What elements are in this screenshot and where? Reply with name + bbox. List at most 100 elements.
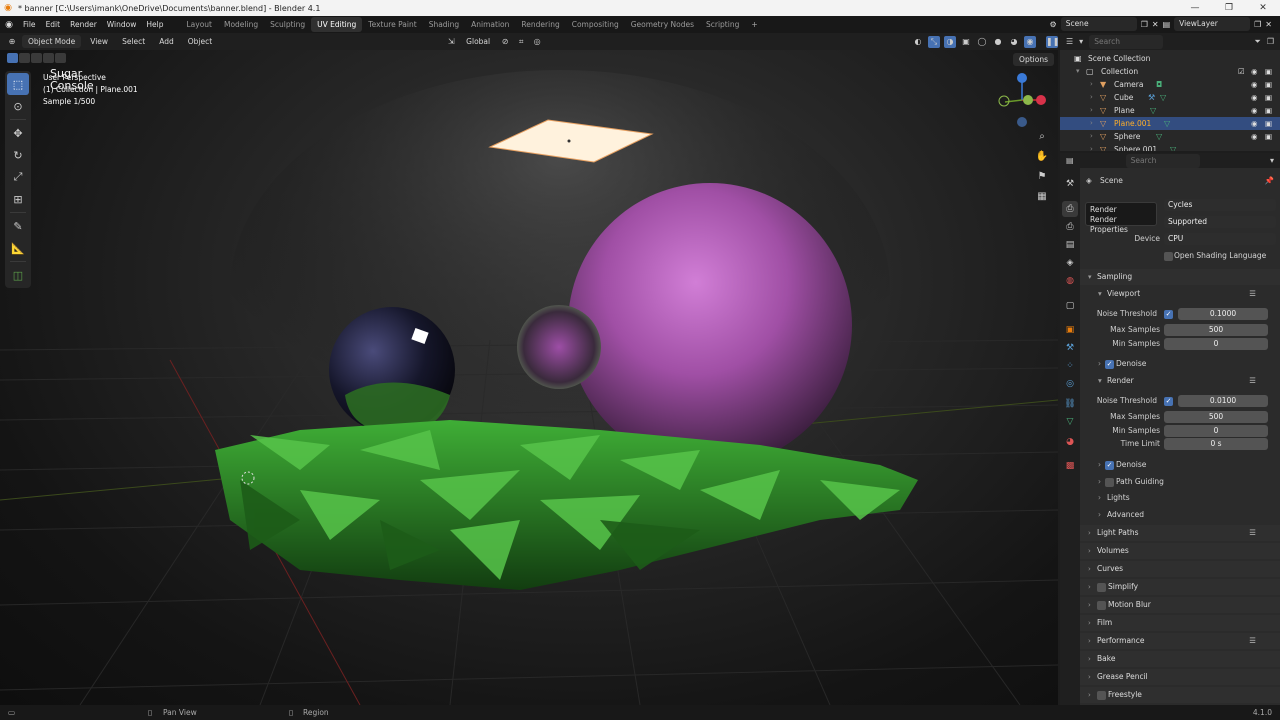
pivot-icon[interactable]: ⊘ [499, 36, 511, 48]
outliner-editor-icon[interactable]: ☰ [1066, 37, 1073, 46]
menu-render[interactable]: Render [65, 20, 102, 29]
collapse-arrow-icon[interactable]: ▾ [1076, 65, 1080, 78]
view-layer-tab-icon[interactable]: ▤ [1062, 237, 1078, 253]
view-layer-icon[interactable]: ▤ [1163, 20, 1171, 29]
options-dropdown[interactable]: Options [1013, 53, 1054, 66]
close-button[interactable]: ✕ [1246, 0, 1280, 16]
orientation-icon[interactable]: ⇲ [445, 36, 457, 48]
device-dropdown[interactable]: CPU [1164, 233, 1276, 245]
output-tab-icon[interactable]: ⎙ [1062, 219, 1078, 235]
menu-add[interactable]: Add [154, 37, 179, 46]
select-intersect-icon[interactable] [55, 53, 66, 63]
snap-icon[interactable]: ⌗ [515, 36, 527, 48]
bake-panel-header[interactable]: › Bake [1080, 651, 1280, 667]
new-collection-icon[interactable]: ❐ [1267, 37, 1274, 46]
properties-editor-icon[interactable]: ▤ [1066, 156, 1074, 165]
tab-compositing[interactable]: Compositing [566, 17, 625, 32]
outliner-item[interactable]: › ▽ Sphere ▽ ◉ ▣ [1060, 130, 1280, 143]
expand-arrow-icon[interactable]: › [1090, 104, 1093, 117]
outliner-item[interactable]: › ▽ Plane ▽ ◉ ▣ [1060, 104, 1280, 117]
tab-texture-paint[interactable]: Texture Paint [362, 17, 422, 32]
tab-scripting[interactable]: Scripting [700, 17, 745, 32]
maximize-button[interactable]: ❐ [1212, 0, 1246, 16]
select-invert-icon[interactable] [43, 53, 54, 63]
pin-icon[interactable]: 📌 [1265, 174, 1274, 188]
cursor-tool-icon[interactable]: ⊙ [7, 95, 29, 117]
world-tab-icon[interactable]: ◍ [1062, 273, 1078, 289]
menu-view[interactable]: View [85, 37, 113, 46]
particles-tab-icon[interactable]: ⁘ [1062, 358, 1078, 374]
noise-threshold-checkbox[interactable]: ✓ [1164, 397, 1173, 406]
noise-threshold-field[interactable]: 0.0100 [1178, 395, 1268, 407]
filter-icon[interactable]: ⏷ [1254, 37, 1260, 47]
display-mode-icon[interactable]: ▾ [1079, 37, 1083, 46]
tab-uv-editing[interactable]: UV Editing [311, 17, 363, 32]
collection-row[interactable]: ▾ ▢ Collection ☑ ◉ ▣ [1060, 65, 1280, 78]
material-tab-icon[interactable]: ◕ [1062, 434, 1078, 450]
volumes-panel-header[interactable]: › Volumes [1080, 543, 1280, 559]
view-layer-selector[interactable]: ViewLayer [1174, 17, 1251, 31]
delete-view-layer-icon[interactable]: ✕ [1265, 20, 1272, 29]
scene-selector[interactable]: Scene [1060, 17, 1137, 31]
render-tab-icon[interactable]: ⎙ [1062, 201, 1078, 217]
delete-scene-icon[interactable]: ✕ [1152, 20, 1159, 29]
render-engine-dropdown[interactable]: Cycles [1164, 199, 1276, 211]
denoise-checkbox[interactable]: ✓ [1105, 461, 1114, 470]
scene-tab-icon[interactable]: ◈ [1062, 255, 1078, 271]
curves-panel-header[interactable]: › Curves [1080, 561, 1280, 577]
rendered-shading-icon[interactable]: ◉ [1024, 35, 1036, 48]
tab-shading[interactable]: Shading [423, 17, 465, 32]
minimize-button[interactable]: — [1178, 0, 1212, 16]
scene-icon[interactable]: ⚙ [1050, 20, 1057, 29]
tab-modeling[interactable]: Modeling [218, 17, 264, 32]
measure-tool-icon[interactable]: 📐 [7, 237, 29, 259]
grease-pencil-panel-header[interactable]: › Grease Pencil [1080, 669, 1280, 685]
tab-sculpting[interactable]: Sculpting [264, 17, 311, 32]
noise-threshold-checkbox[interactable]: ✓ [1164, 310, 1173, 319]
film-panel-header[interactable]: › Film [1080, 615, 1280, 631]
denoise-checkbox[interactable]: ✓ [1105, 360, 1114, 369]
vp-denoise-row[interactable]: › ✓ Denoise [1080, 357, 1280, 371]
lights-subpanel-row[interactable]: › Lights [1080, 491, 1280, 505]
render-camera-icon[interactable]: ▣ [1265, 78, 1272, 91]
outliner-item-selected[interactable]: › ▽ Plane.001 ▽ ◉ ▣ [1060, 117, 1280, 130]
max-samples-field[interactable]: 500 [1164, 411, 1268, 423]
overlay-toggle-icon[interactable]: ◑ [944, 35, 956, 48]
viewport-subpanel-header[interactable]: ▾ Viewport ☰ [1080, 287, 1280, 301]
path-guiding-row[interactable]: › Path Guiding [1080, 475, 1280, 489]
noise-threshold-field[interactable]: 0.1000 [1178, 308, 1268, 320]
blender-menu-icon[interactable]: ◉ [0, 20, 18, 30]
render-camera-icon[interactable]: ▣ [1265, 104, 1272, 117]
menu-help[interactable]: Help [141, 20, 168, 29]
outliner-item[interactable]: › ▼ Camera ◘ ◉ ▣ [1060, 78, 1280, 91]
tab-animation[interactable]: Animation [465, 17, 515, 32]
physics-tab-icon[interactable]: ◎ [1062, 376, 1078, 392]
tab-geometry-nodes[interactable]: Geometry Nodes [625, 17, 700, 32]
proportional-edit-icon[interactable]: ◎ [531, 36, 543, 48]
menu-edit[interactable]: Edit [41, 20, 66, 29]
path-guiding-checkbox[interactable] [1105, 478, 1114, 487]
properties-search[interactable]: Search [1125, 153, 1200, 168]
select-subtract-icon[interactable] [31, 53, 42, 63]
min-samples-field[interactable]: 0 [1164, 425, 1268, 437]
min-samples-field[interactable]: 0 [1164, 338, 1268, 350]
freestyle-checkbox[interactable] [1097, 691, 1106, 700]
outliner-item[interactable]: › ▽ Sphere.001 ▽ [1060, 143, 1280, 151]
visibility-eye-icon[interactable]: ◉ [1251, 78, 1258, 91]
light-paths-panel-header[interactable]: › Light Paths ☰ [1080, 525, 1280, 541]
feature-set-dropdown[interactable]: Supported [1164, 216, 1276, 228]
exclude-checkbox[interactable]: ☑ [1238, 65, 1245, 78]
menu-select[interactable]: Select [117, 37, 150, 46]
select-box-icon[interactable]: ⬚ [7, 73, 29, 95]
presets-list-icon[interactable]: ☰ [1249, 633, 1256, 649]
render-camera-icon[interactable]: ▣ [1265, 117, 1272, 130]
visibility-eye-icon[interactable]: ◉ [1251, 117, 1258, 130]
tool-tab-icon[interactable]: ⚒ [1062, 176, 1078, 192]
pause-render-icon[interactable]: ❚❚ [1046, 35, 1059, 48]
visibility-eye-icon[interactable]: ◉ [1251, 65, 1258, 78]
object-mode-dropdown[interactable]: Object Mode [22, 35, 82, 48]
texture-tab-icon[interactable]: ▩ [1062, 458, 1078, 474]
collection-tab-icon[interactable]: ▢ [1062, 298, 1078, 314]
camera-view-icon[interactable]: ⚑ [1034, 169, 1050, 185]
time-limit-field[interactable]: 0 s [1164, 438, 1268, 450]
